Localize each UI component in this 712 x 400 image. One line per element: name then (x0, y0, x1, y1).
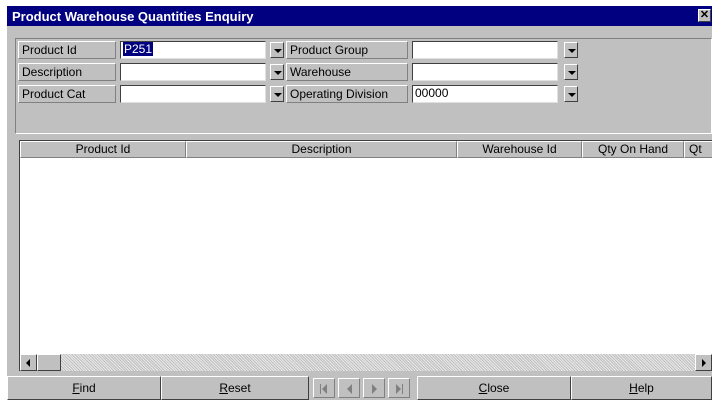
operating-division-input[interactable]: 00000 (412, 85, 558, 103)
scroll-right-icon[interactable] (695, 354, 712, 371)
column-header-qty-truncated[interactable]: Qt (684, 141, 712, 158)
product-cat-input[interactable] (120, 85, 266, 103)
product-cat-dropdown-icon[interactable] (270, 86, 284, 102)
reset-button[interactable]: Reset (161, 376, 309, 400)
criteria-panel: Product Id P251 Description Product Cat … (15, 38, 712, 134)
results-grid[interactable]: Product Id Description Warehouse Id Qty … (19, 140, 712, 371)
product-id-label: Product Id (18, 41, 116, 59)
product-id-input[interactable]: P251 (120, 41, 266, 59)
scroll-left-icon[interactable] (20, 354, 37, 371)
product-group-label: Product Group (286, 41, 408, 59)
title-bar: Product Warehouse Quantities Enquiry ✕ (7, 6, 712, 26)
first-record-icon[interactable] (313, 378, 335, 398)
record-navigation (309, 376, 417, 400)
find-button[interactable]: Find (7, 376, 161, 400)
last-record-icon[interactable] (388, 378, 410, 398)
bottom-toolbar: Find Reset Close Help (7, 376, 712, 400)
description-input[interactable] (120, 63, 266, 81)
product-cat-label: Product Cat (18, 85, 116, 103)
horizontal-scrollbar[interactable] (20, 354, 712, 371)
close-button[interactable]: Close (417, 376, 571, 400)
window-title: Product Warehouse Quantities Enquiry (12, 9, 254, 24)
column-header-qty-on-hand[interactable]: Qty On Hand (582, 141, 684, 158)
column-header-warehouse-id[interactable]: Warehouse Id (457, 141, 582, 158)
previous-record-icon[interactable] (338, 378, 360, 398)
description-dropdown-icon[interactable] (270, 64, 284, 80)
grid-header: Product Id Description Warehouse Id Qty … (20, 141, 712, 158)
warehouse-dropdown-icon[interactable] (564, 64, 578, 80)
product-group-input[interactable] (412, 41, 558, 59)
warehouse-input[interactable] (412, 63, 558, 81)
operating-division-label: Operating Division (286, 85, 408, 103)
warehouse-label: Warehouse (286, 63, 408, 81)
scroll-thumb[interactable] (37, 354, 61, 371)
close-icon[interactable]: ✕ (698, 9, 711, 22)
product-id-value: P251 (123, 42, 154, 56)
enquiry-window: Product Warehouse Quantities Enquiry ✕ P… (7, 6, 712, 400)
description-label: Description (18, 63, 116, 81)
column-header-description[interactable]: Description (186, 141, 457, 158)
operating-division-dropdown-icon[interactable] (564, 86, 578, 102)
column-header-product-id[interactable]: Product Id (20, 141, 186, 158)
product-group-dropdown-icon[interactable] (564, 42, 578, 58)
help-button[interactable]: Help (571, 376, 712, 400)
next-record-icon[interactable] (363, 378, 385, 398)
product-id-dropdown-icon[interactable] (270, 42, 284, 58)
